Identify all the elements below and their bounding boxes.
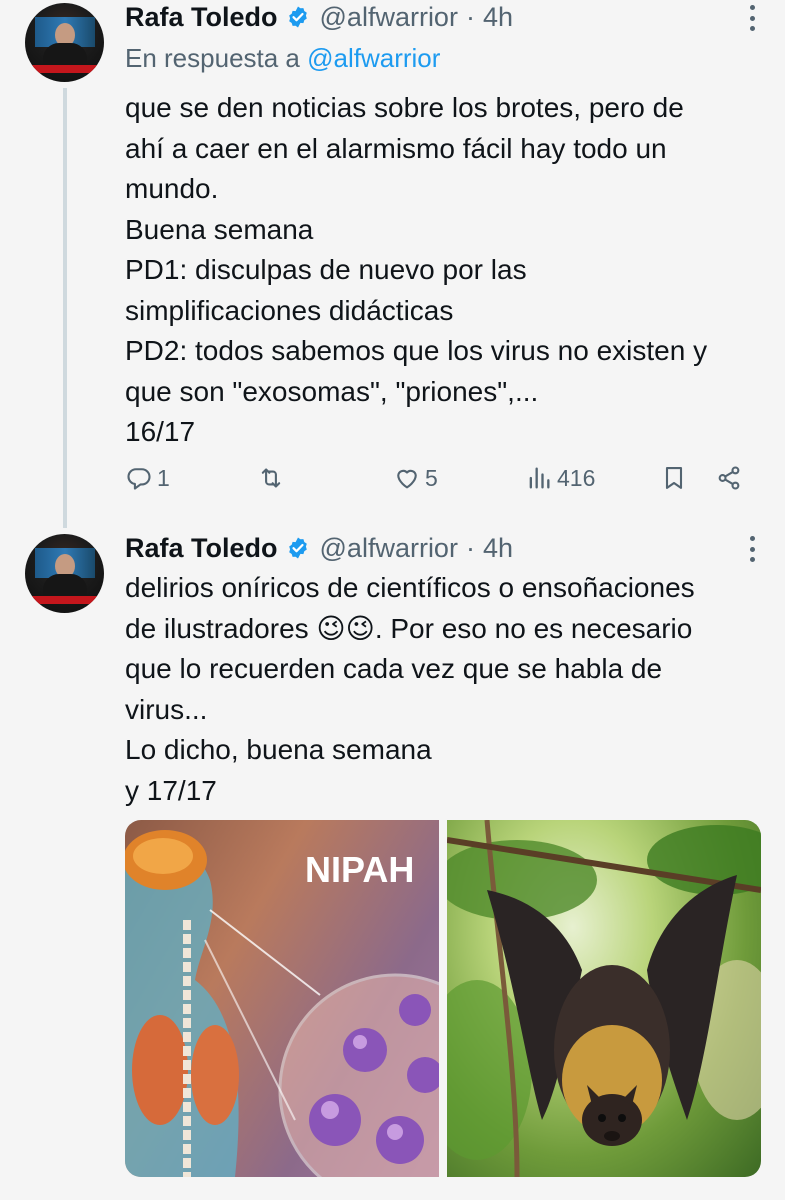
views-button[interactable]: 416 [525, 458, 595, 498]
reply-button[interactable]: 1 [125, 458, 170, 498]
verified-badge-icon [288, 537, 307, 559]
nipah-illustration: NIPAH [125, 830, 439, 1177]
tweet-16[interactable]: Rafa Toledo @alfwarrior · 4h En respuest… [0, 0, 785, 530]
retweet-icon [261, 468, 281, 488]
like-count: 5 [425, 464, 438, 491]
more-icon[interactable] [749, 5, 755, 31]
tweet-17[interactable]: Rafa Toledo @alfwarrior · 4h delirios on… [0, 530, 785, 1200]
bat-illustration [447, 820, 761, 1177]
author-name[interactable]: Rafa Toledo [125, 2, 278, 33]
like-button[interactable]: 5 [393, 458, 438, 498]
author-name[interactable]: Rafa Toledo [125, 533, 278, 564]
reply-count: 1 [157, 464, 170, 491]
like-icon [397, 469, 417, 489]
avatar[interactable] [25, 534, 104, 613]
timestamp[interactable]: 4h [483, 2, 513, 33]
tweet-media[interactable]: NIPAH [125, 820, 761, 1177]
replying-prefix: En respuesta a [125, 43, 300, 73]
retweet-button[interactable] [257, 458, 289, 498]
share-icon [718, 466, 740, 490]
share-button[interactable] [715, 458, 743, 498]
views-icon [529, 467, 550, 489]
author-handle[interactable]: @alfwarrior [320, 533, 458, 564]
media-image-nipah[interactable]: NIPAH [125, 820, 439, 1177]
avatar[interactable] [25, 3, 104, 82]
tweet-text: delirios oníricos de científicos o ensoñ… [125, 572, 695, 806]
views-count: 416 [557, 464, 596, 491]
tweet-header: Rafa Toledo @alfwarrior · 4h [125, 0, 513, 34]
more-icon[interactable] [749, 536, 755, 562]
tweet-text: que se den noticias sobre los brotes, pe… [125, 92, 708, 447]
timestamp[interactable]: 4h [483, 533, 513, 564]
tweet-header: Rafa Toledo @alfwarrior · 4h [125, 531, 513, 565]
verified-badge-icon [288, 6, 307, 28]
separator-dot: · [465, 1, 475, 32]
separator-dot: · [465, 532, 475, 563]
nipah-label: NIPAH [305, 849, 414, 890]
replying-to: En respuesta a @alfwarrior [125, 43, 440, 74]
replying-mention[interactable]: @alfwarrior [307, 43, 440, 73]
author-handle[interactable]: @alfwarrior [320, 2, 458, 33]
tweet-actions: 1 5 416 [125, 458, 765, 498]
bookmark-icon [665, 467, 683, 489]
reply-icon [127, 468, 151, 490]
media-image-bat[interactable] [447, 820, 761, 1177]
bookmark-button[interactable] [660, 458, 688, 498]
